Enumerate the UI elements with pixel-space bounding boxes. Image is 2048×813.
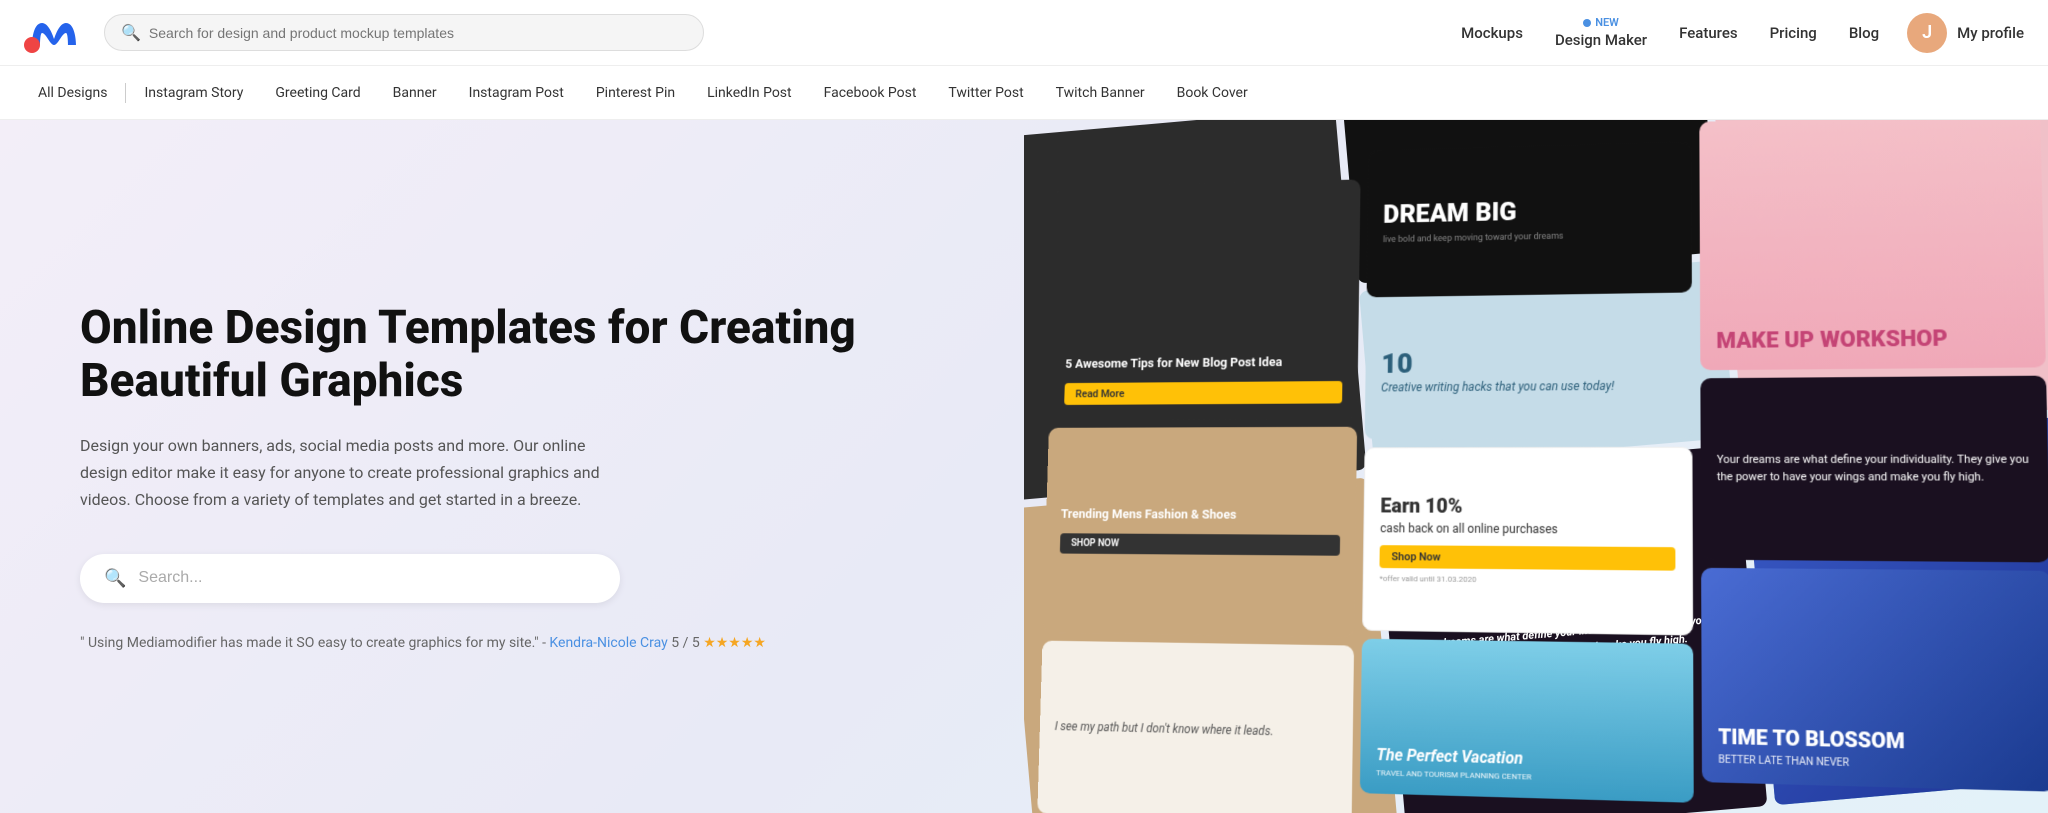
profile-section[interactable]: J My profile xyxy=(1907,13,2024,53)
nav2-twitter-post[interactable]: Twitter Post xyxy=(934,77,1037,109)
hero-description: Design your own banners, ads, social med… xyxy=(80,432,600,514)
hero-search-input[interactable] xyxy=(138,569,596,587)
nav2-instagram-story[interactable]: Instagram Story xyxy=(130,77,257,109)
testimonial: " Using Mediamodifier has made it SO eas… xyxy=(80,635,964,651)
col2-hacks-card: 10 Creative writing hacks that you can u… xyxy=(1365,300,1692,439)
logo[interactable] xyxy=(24,13,84,53)
testimonial-stars: ★★★★★ xyxy=(703,635,766,651)
nav-features[interactable]: Features xyxy=(1667,16,1749,50)
new-dot xyxy=(1583,19,1591,27)
earn-desc: cash back on all online purchases xyxy=(1380,522,1675,538)
time-subtitle: BETTER LATE THAN NEVER xyxy=(1718,754,2037,774)
col3-time-card: TIME TO BLOSSOM BETTER LATE THAN NEVER xyxy=(1701,567,2048,791)
nav2-twitch-banner[interactable]: Twitch Banner xyxy=(1042,77,1159,109)
main-nav: Mockups NEW Design Maker Features Pricin… xyxy=(1449,8,2024,57)
nav-mockups[interactable]: Mockups xyxy=(1449,16,1535,50)
hero-search-icon: 🔍 xyxy=(104,568,126,589)
col1-blog-card: 5 Awesome Tips for New Blog Post Idea Re… xyxy=(1049,179,1361,420)
nav2-divider xyxy=(125,83,126,103)
header: 🔍 Mockups NEW Design Maker Features Pric… xyxy=(0,0,2048,66)
testimonial-rating: 5 / 5 xyxy=(671,635,699,651)
hero-image-grid: 5 Awesome Tips for New Blog Post Idea Re… xyxy=(1024,120,2048,813)
time-text: TIME TO BLOSSOM xyxy=(1718,725,2037,756)
makeup-text: MAKE UP WORKSHOP xyxy=(1716,327,2028,355)
new-label: NEW xyxy=(1595,16,1619,29)
dream-big-text: DREAM BIG xyxy=(1383,194,1675,230)
nav-blog[interactable]: Blog xyxy=(1837,16,1891,50)
nav2-facebook-post[interactable]: Facebook Post xyxy=(810,77,931,109)
hacks-number: 10 xyxy=(1381,344,1675,379)
profile-name: My profile xyxy=(1957,24,2024,42)
blog-read-more-btn[interactable]: Read More xyxy=(1064,381,1343,405)
hero-content: Online Design Templates for Creating Bea… xyxy=(0,120,1024,813)
nav2-instagram-post[interactable]: Instagram Post xyxy=(455,77,578,109)
dreams-text: Your dreams are what define your individ… xyxy=(1717,450,2031,487)
nav2-linkedin-post[interactable]: LinkedIn Post xyxy=(693,77,806,109)
nav2-banner[interactable]: Banner xyxy=(379,77,451,109)
hero-section: Online Design Templates for Creating Bea… xyxy=(0,120,2048,813)
vacation-text: The Perfect Vacation xyxy=(1376,745,1676,772)
nav2-greeting-card[interactable]: Greeting Card xyxy=(261,77,374,109)
nav2-book-cover[interactable]: Book Cover xyxy=(1163,77,1262,109)
header-search-bar[interactable]: 🔍 xyxy=(104,14,704,51)
col1-quote-card: I see my path but I don't know where it … xyxy=(1037,640,1354,813)
hero-title: Online Design Templates for Creating Bea… xyxy=(80,302,964,408)
col2-earn-card: Earn 10% cash back on all online purchas… xyxy=(1362,447,1692,636)
blog-card-text: 5 Awesome Tips for New Blog Post Idea xyxy=(1065,354,1343,374)
hacks-text: Creative writing hacks that you can use … xyxy=(1381,377,1676,396)
trending-card-text: Trending Mens Fashion & Shoes xyxy=(1061,506,1341,525)
testimonial-author: Kendra-Nicole Cray xyxy=(549,635,667,651)
earn-shop-now-btn[interactable]: Shop Now xyxy=(1380,546,1675,572)
nav2-all-designs[interactable]: All Designs xyxy=(24,77,121,109)
dream-subtitle: live bold and keep moving toward your dr… xyxy=(1383,230,1675,246)
col3-dreams-card: Your dreams are what define your individ… xyxy=(1700,376,2048,562)
earn-footnote: *offer valid until 31.03.2020 xyxy=(1380,574,1676,586)
earn-text: Earn 10% xyxy=(1380,494,1675,519)
nav2-pinterest-pin[interactable]: Pinterest Pin xyxy=(582,77,689,109)
search-icon: 🔍 xyxy=(121,23,141,42)
hero-search-bar[interactable]: 🔍 xyxy=(80,554,620,603)
shop-now-btn[interactable]: SHOP NOW xyxy=(1060,533,1341,555)
quote-card-text: I see my path but I don't know where it … xyxy=(1054,717,1273,741)
col2-vacation-card: The Perfect Vacation TRAVEL AND TOURISM … xyxy=(1360,639,1693,803)
col2-dream-card: DREAM BIG live bold and keep moving towa… xyxy=(1367,142,1692,298)
col3-makeup-card: MAKE UP WORKSHOP xyxy=(1699,120,2046,371)
nav-pricing[interactable]: Pricing xyxy=(1758,16,1829,50)
avatar: J xyxy=(1907,13,1947,53)
col1-trending-card: Trending Mens Fashion & Shoes SHOP NOW xyxy=(1043,427,1358,637)
header-search-input[interactable] xyxy=(149,25,687,41)
nav-design-maker[interactable]: NEW Design Maker xyxy=(1543,8,1659,57)
new-badge-container: NEW xyxy=(1583,16,1619,29)
testimonial-quote: " Using Mediamodifier has made it SO eas… xyxy=(80,635,546,651)
category-nav: All Designs Instagram Story Greeting Car… xyxy=(0,66,2048,120)
